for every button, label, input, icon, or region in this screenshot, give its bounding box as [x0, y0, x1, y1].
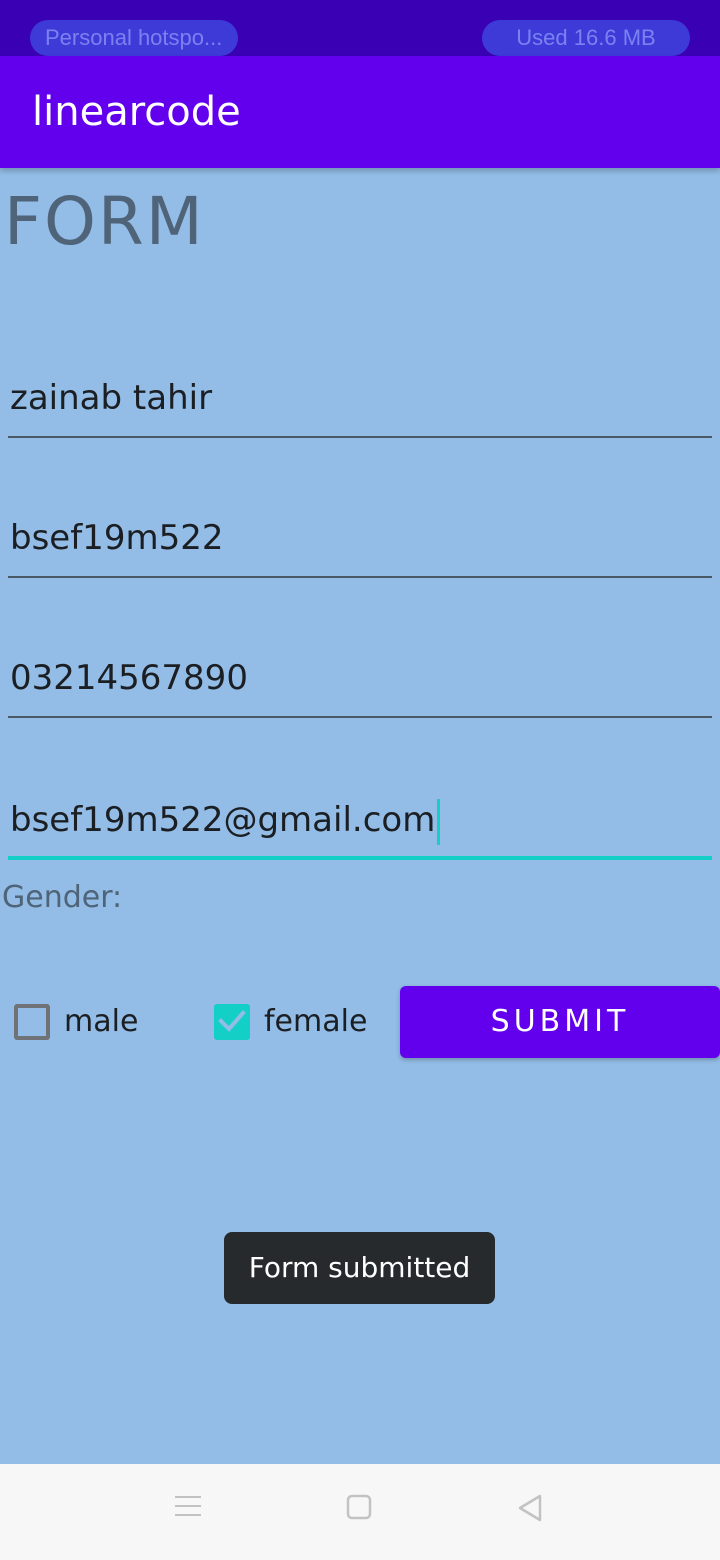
roll-number-field-value: bsef19m522 — [10, 518, 224, 558]
female-checkbox[interactable] — [214, 1004, 250, 1040]
email-field-content: bsef19m522@gmail.com — [10, 798, 441, 845]
checkmark-icon — [218, 1010, 246, 1032]
status-bar: Personal hotspo... Used 16.6 MB — [0, 0, 720, 56]
hotspot-indicator[interactable]: Personal hotspo... — [30, 20, 238, 56]
name-field-value: zainab tahir — [10, 378, 213, 418]
phone-field-underline — [8, 716, 712, 718]
toast-message: Form submitted — [224, 1232, 495, 1304]
phone-field-value: 03214567890 — [10, 658, 248, 698]
email-field-underline — [8, 856, 712, 860]
form-heading: FORM — [4, 183, 205, 260]
submit-button[interactable]: SUBMIT — [400, 986, 720, 1058]
phone-field[interactable]: 03214567890 — [8, 648, 712, 718]
email-field-value: bsef19m522@gmail.com — [10, 800, 436, 840]
app-bar: linearcode — [0, 56, 720, 168]
name-field[interactable]: zainab tahir — [8, 368, 712, 438]
back-icon[interactable] — [516, 1494, 546, 1522]
data-usage-indicator[interactable]: Used 16.6 MB — [482, 20, 690, 56]
home-icon[interactable] — [346, 1494, 374, 1520]
menu-icon[interactable] — [174, 1494, 202, 1518]
male-checkbox[interactable] — [14, 1004, 50, 1040]
roll-number-field[interactable]: bsef19m522 — [8, 508, 712, 578]
text-cursor — [437, 798, 441, 845]
name-field-underline — [8, 436, 712, 438]
email-field[interactable]: bsef19m522@gmail.com — [8, 790, 712, 860]
female-checkbox-label[interactable]: female — [264, 1000, 367, 1044]
navigation-bar — [0, 1464, 720, 1560]
male-checkbox-label[interactable]: male — [64, 1000, 138, 1044]
gender-label: Gender: — [2, 880, 123, 915]
roll-number-field-underline — [8, 576, 712, 578]
app-title: linearcode — [32, 89, 241, 135]
